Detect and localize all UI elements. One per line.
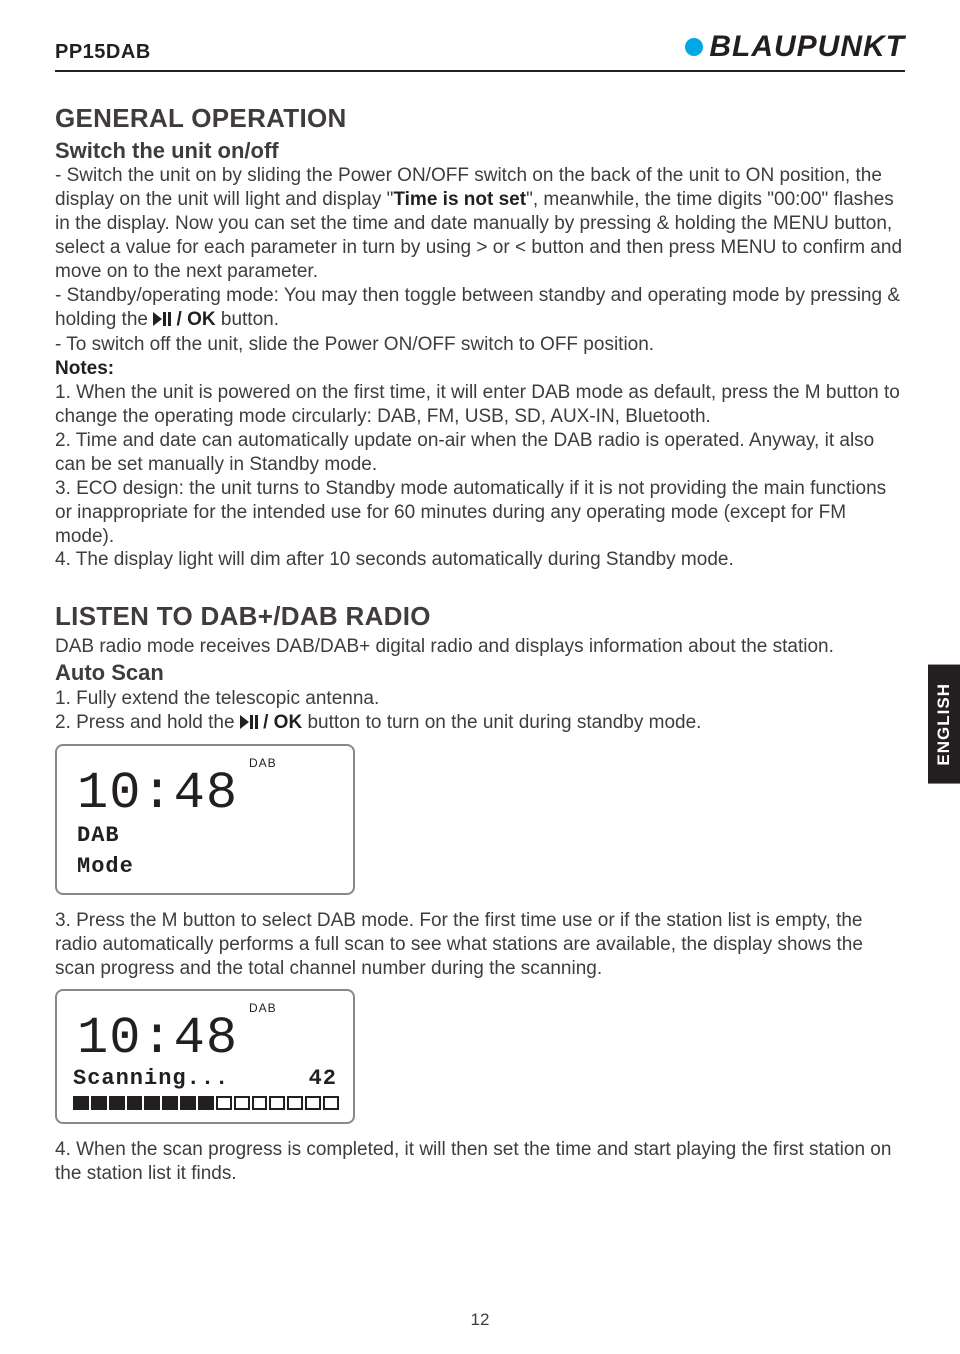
paragraph-power-on: - Switch the unit on by sliding the Powe…: [55, 164, 905, 284]
page-number: 12: [0, 1310, 960, 1330]
play-pause-icon: [240, 712, 258, 736]
lcd-display-scanning: DAB 10:48 Scanning... 42: [55, 989, 355, 1125]
text-bold: / OK: [171, 309, 215, 330]
step-4: 4. When the scan progress is completed, …: [55, 1138, 905, 1186]
model-code: PP15DAB: [55, 41, 151, 64]
lcd-display-dab-mode: DAB 10:48 DAB Mode: [55, 744, 355, 895]
text-bold: Time is not set: [393, 189, 526, 210]
lcd-line1: DAB: [77, 822, 339, 850]
page-header: PP15DAB BLAUPUNKT: [55, 30, 905, 72]
note-1: 1. When the unit is powered on the first…: [55, 381, 905, 429]
lcd-scanning-text: Scanning...: [73, 1065, 229, 1093]
section-dab-title: LISTEN TO DAB+/DAB RADIO: [55, 600, 905, 633]
note-2: 2. Time and date can automatically updat…: [55, 429, 905, 477]
lcd-scan-count: 42: [309, 1065, 337, 1093]
brand-logo: BLAUPUNKT: [685, 30, 905, 64]
lcd-tag: DAB: [249, 1001, 339, 1016]
brand-dot-icon: [685, 38, 703, 56]
text: button to turn on the unit during standb…: [302, 712, 701, 733]
text: button.: [216, 309, 279, 330]
lcd-progress-bar: [73, 1096, 339, 1110]
note-3: 3. ECO design: the unit turns to Standby…: [55, 477, 905, 549]
note-4: 4. The display light will dim after 10 s…: [55, 548, 905, 572]
lcd-time: 10:48: [77, 1016, 339, 1063]
paragraph-standby: - Standby/operating mode: You may then t…: [55, 284, 905, 333]
language-tab: ENGLISH: [928, 665, 960, 784]
text-bold: / OK: [258, 712, 302, 733]
paragraph-switch-off: - To switch off the unit, slide the Powe…: [55, 333, 905, 357]
brand-name: BLAUPUNKT: [709, 30, 905, 64]
section-general-operation-title: GENERAL OPERATION: [55, 102, 905, 135]
content: GENERAL OPERATION Switch the unit on/off…: [55, 102, 905, 1186]
step-1: 1. Fully extend the telescopic antenna.: [55, 687, 905, 711]
text: 2. Press and hold the: [55, 712, 240, 733]
play-pause-icon: [153, 309, 171, 333]
dab-intro: DAB radio mode receives DAB/DAB+ digital…: [55, 635, 905, 659]
step-3: 3. Press the M button to select DAB mode…: [55, 909, 905, 981]
subtitle-autoscan: Auto Scan: [55, 659, 905, 687]
notes-label: Notes:: [55, 357, 905, 381]
step-2: 2. Press and hold the / OK button to tur…: [55, 711, 905, 736]
lcd-tag: DAB: [249, 756, 339, 771]
subtitle-switch-onoff: Switch the unit on/off: [55, 137, 905, 165]
lcd-line2: Mode: [77, 853, 339, 881]
lcd-time: 10:48: [77, 771, 339, 818]
